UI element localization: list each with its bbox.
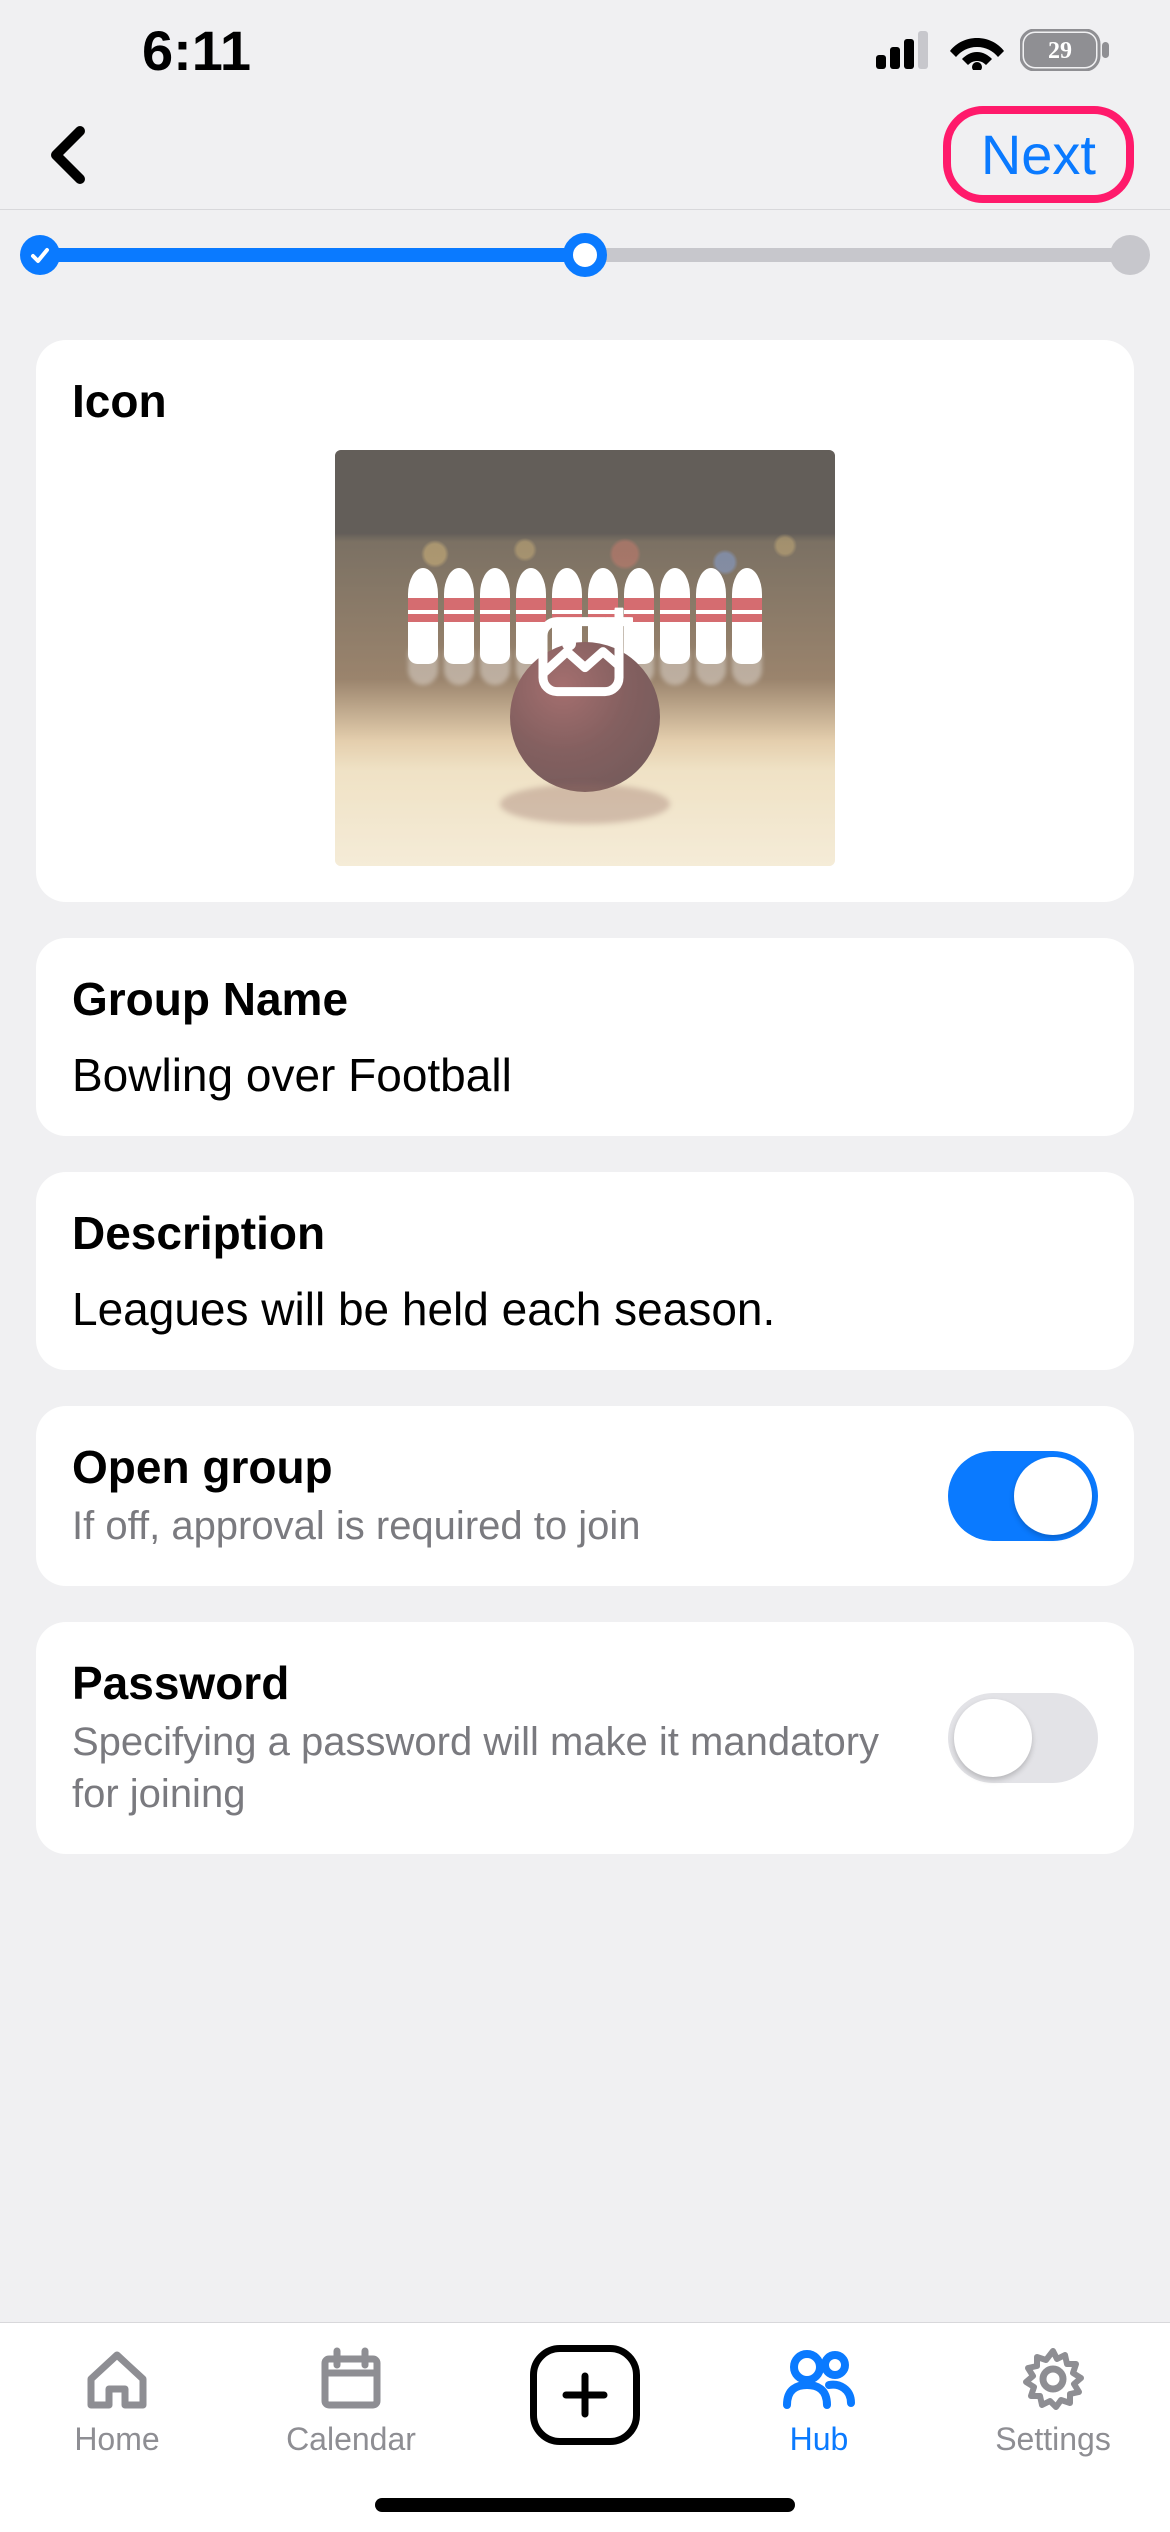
status-indicators: 29 bbox=[876, 29, 1110, 71]
group-name-value: Bowling over Football bbox=[72, 1048, 1098, 1102]
password-subtitle: Specifying a password will make it manda… bbox=[72, 1716, 920, 1820]
password-card: Password Specifying a password will make… bbox=[36, 1622, 1134, 1854]
icon-label: Icon bbox=[72, 374, 1098, 428]
status-time: 6:11 bbox=[70, 18, 251, 83]
tab-calendar[interactable]: Calendar bbox=[234, 2345, 468, 2458]
tab-calendar-label: Calendar bbox=[286, 2421, 416, 2458]
status-bar: 6:11 29 bbox=[0, 0, 1170, 100]
password-toggle[interactable] bbox=[948, 1693, 1098, 1783]
home-icon bbox=[81, 2345, 153, 2413]
tab-create[interactable] bbox=[468, 2345, 702, 2445]
tab-home-label: Home bbox=[74, 2421, 159, 2458]
tab-home[interactable]: Home bbox=[0, 2345, 234, 2458]
plus-icon bbox=[530, 2345, 640, 2445]
password-title: Password bbox=[72, 1656, 920, 1710]
back-button[interactable] bbox=[36, 123, 100, 187]
add-image-icon bbox=[537, 608, 633, 698]
tab-settings-label: Settings bbox=[995, 2421, 1111, 2458]
progress-bar bbox=[0, 210, 1170, 300]
nav-bar: Next bbox=[0, 100, 1170, 210]
progress-step-2 bbox=[563, 233, 607, 277]
calendar-icon bbox=[317, 2345, 385, 2413]
tab-hub-label: Hub bbox=[790, 2421, 849, 2458]
wifi-icon bbox=[950, 30, 1004, 70]
open-group-card: Open group If off, approval is required … bbox=[36, 1406, 1134, 1586]
open-group-title: Open group bbox=[72, 1440, 920, 1494]
description-card[interactable]: Description Leagues will be held each se… bbox=[36, 1172, 1134, 1370]
open-group-toggle[interactable] bbox=[948, 1451, 1098, 1541]
tab-settings[interactable]: Settings bbox=[936, 2345, 1170, 2458]
chevron-left-icon bbox=[46, 125, 90, 185]
progress-step-3 bbox=[1110, 235, 1150, 275]
description-value: Leagues will be held each season. bbox=[72, 1282, 1098, 1336]
people-icon bbox=[779, 2345, 859, 2413]
battery-level: 29 bbox=[1048, 38, 1072, 64]
icon-picker[interactable] bbox=[335, 450, 835, 866]
group-name-label: Group Name bbox=[72, 972, 1098, 1026]
open-group-subtitle: If off, approval is required to join bbox=[72, 1500, 920, 1552]
next-button[interactable]: Next bbox=[943, 106, 1134, 203]
battery-icon: 29 bbox=[1020, 29, 1110, 71]
group-name-card[interactable]: Group Name Bowling over Football bbox=[36, 938, 1134, 1136]
gear-icon bbox=[1019, 2345, 1087, 2413]
progress-step-1 bbox=[20, 235, 60, 275]
home-indicator[interactable] bbox=[375, 2498, 795, 2512]
tab-hub[interactable]: Hub bbox=[702, 2345, 936, 2458]
cellular-icon bbox=[876, 31, 934, 69]
icon-card: Icon bbox=[36, 340, 1134, 902]
description-label: Description bbox=[72, 1206, 1098, 1260]
